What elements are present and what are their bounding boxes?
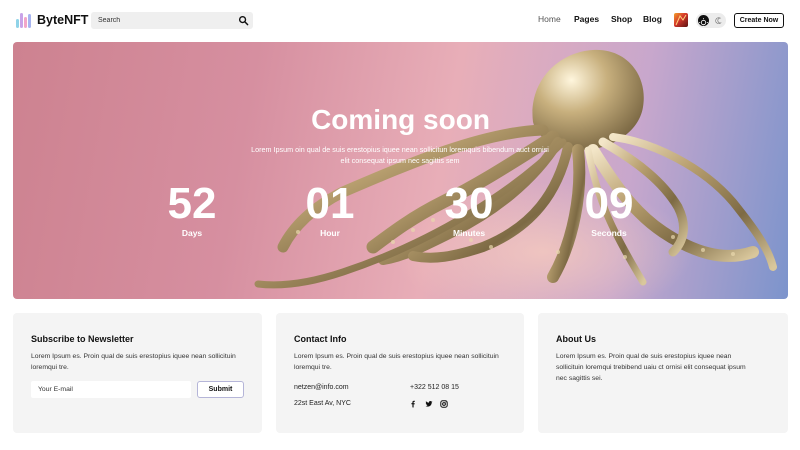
newsletter-title: Subscribe to Newsletter: [31, 334, 134, 344]
search-input[interactable]: [91, 12, 231, 29]
nav-pages[interactable]: Pages: [574, 14, 599, 28]
logo-icon: [16, 12, 32, 28]
countdown-hour-value: 01: [305, 179, 355, 228]
newsletter-text: Lorem Ipsum es. Proin qual de suis erest…: [31, 351, 236, 373]
contact-text-line: loremqui tre.: [294, 364, 332, 371]
contact-phone[interactable]: +322 512 08 15: [410, 384, 459, 391]
nav-home[interactable]: Home: [538, 14, 561, 28]
contact-email[interactable]: netzen@info.com: [294, 384, 349, 391]
email-input[interactable]: [31, 381, 191, 398]
facebook-icon[interactable]: [409, 400, 417, 408]
moon-icon: [715, 17, 722, 24]
about-text: Lorem Ipsum es. Proin qual de suis erest…: [556, 351, 746, 384]
logo[interactable]: ByteNFT: [16, 10, 88, 30]
logo-text: ByteNFT: [37, 13, 89, 27]
newsletter-text-line: Lorem Ipsum es. Proin qual de suis erest…: [31, 353, 236, 360]
newsletter-card: Subscribe to Newsletter Lorem Ipsum es. …: [13, 313, 262, 433]
countdown-seconds-label: Seconds: [591, 228, 627, 238]
hero-banner: Coming soon Lorem Ipsum oin qual de suis…: [13, 42, 788, 299]
about-text-line: nec sagittis sei.: [556, 375, 603, 382]
countdown-days-label: Days: [181, 228, 203, 238]
contact-title: Contact Info: [294, 334, 347, 344]
contact-card: Contact Info Lorem Ipsum es. Proin qual …: [276, 313, 524, 433]
nav-shop[interactable]: Shop: [611, 14, 632, 28]
about-text-line: sollicituin loremqui trebibend uaiu ct o…: [556, 364, 746, 371]
theme-toggle-icon: [698, 15, 709, 27]
octopus-sculpture-image: [254, 49, 777, 289]
submit-button[interactable]: Submit: [197, 381, 244, 398]
search-box: [91, 12, 253, 29]
hero-subtitle: Lorem Ipsum oin qual de suis erestopius …: [251, 145, 549, 165]
about-card: About Us Lorem Ipsum es. Proin qual de s…: [538, 313, 788, 433]
search-icon[interactable]: [238, 15, 249, 26]
contact-text: Lorem Ipsum es. Proin qual de suis erest…: [294, 351, 499, 373]
site-header: ByteNFT Home Pages Shop Blog Create Now: [0, 0, 800, 40]
newsletter-text-line: loremqui tre.: [31, 364, 69, 371]
hero-title: Coming soon: [311, 104, 490, 135]
about-text-line: Lorem Ipsum es. Proin qual de suis erest…: [556, 353, 732, 360]
nft-thumbnail[interactable]: [674, 13, 688, 27]
contact-address: 22st East Av, NYC: [294, 400, 351, 407]
countdown-minutes-label: Minutes: [452, 228, 486, 238]
countdown-days-value: 52: [167, 179, 217, 228]
countdown-minutes-value: 30: [444, 179, 494, 228]
contact-text-line: Lorem Ipsum es. Proin qual de suis erest…: [294, 353, 499, 360]
create-now-button[interactable]: Create Now: [734, 13, 784, 28]
nav-blog[interactable]: Blog: [643, 14, 662, 28]
theme-toggle[interactable]: [696, 13, 726, 28]
instagram-icon[interactable]: [440, 400, 448, 408]
twitter-icon[interactable]: [425, 400, 433, 408]
about-title: About Us: [556, 334, 596, 344]
countdown-hour-label: Hour: [320, 228, 340, 238]
countdown-seconds-value: 09: [584, 179, 634, 228]
